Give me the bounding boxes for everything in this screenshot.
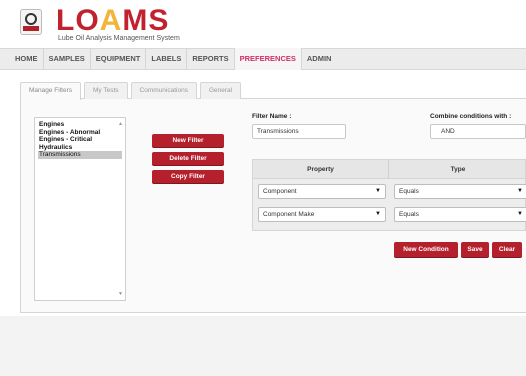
preferences-tabs: Manage Filters My Tests Communications G… xyxy=(20,82,244,100)
chevron-down-icon: ▼ xyxy=(517,211,523,217)
logo-text-main: LO xyxy=(56,4,100,37)
new-filter-button[interactable]: New Filter xyxy=(152,134,224,147)
nav-item-reports[interactable]: REPORTS xyxy=(187,48,235,70)
clear-button[interactable]: Clear xyxy=(492,242,522,257)
chevron-down-icon: ▼ xyxy=(375,211,381,217)
type-column-header: Type xyxy=(450,166,466,173)
tab-general[interactable]: General xyxy=(199,82,242,99)
footer-band xyxy=(0,316,526,376)
filter-name-label: Filter Name : xyxy=(252,113,292,120)
copy-filter-button[interactable]: Copy Filter xyxy=(152,170,224,183)
nav-item-samples[interactable]: SAMPLES xyxy=(44,48,91,70)
filter-item-engines-critical[interactable]: Engines - Critical xyxy=(38,136,122,144)
tab-my-tests[interactable]: My Tests xyxy=(84,82,128,99)
filter-item-hydraulics[interactable]: Hydraulics xyxy=(38,144,122,152)
chevron-down-icon: ▼ xyxy=(375,188,381,194)
condition-row-1-type-select[interactable]: Equals ▼ xyxy=(394,184,526,199)
filter-item-engines[interactable]: Engines xyxy=(38,121,122,129)
nav-item-preferences[interactable]: PREFERENCES xyxy=(234,48,302,70)
main-nav: HOME SAMPLES EQUIPMENT LABELS REPORTS PR… xyxy=(0,48,526,70)
app-logo[interactable]: LOAMS xyxy=(56,4,169,38)
logo-subtitle: Lube Oil Analysis Management System xyxy=(58,35,180,42)
filter-name-input[interactable]: Transmissions xyxy=(252,124,346,139)
nav-item-admin[interactable]: ADMIN xyxy=(302,48,337,70)
scroll-down-icon[interactable]: ▼ xyxy=(118,291,123,297)
chevron-down-icon: ▼ xyxy=(517,188,523,194)
condition-row-1-property-select[interactable]: Component ▼ xyxy=(258,184,386,199)
condition-row-2-property-select[interactable]: Component Make ▼ xyxy=(258,207,386,222)
property-column-header: Property xyxy=(307,166,334,173)
company-seal-icon xyxy=(20,9,42,35)
filter-item-transmissions[interactable]: Transmissions xyxy=(38,151,122,159)
filter-list[interactable]: Engines Engines - Abnormal Engines - Cri… xyxy=(34,117,126,301)
combine-label: Combine conditions with : xyxy=(430,113,512,120)
new-condition-button[interactable]: New Condition xyxy=(394,242,458,257)
nav-item-labels[interactable]: LABELS xyxy=(146,48,188,70)
tab-manage-filters[interactable]: Manage Filters xyxy=(20,82,81,100)
save-button[interactable]: Save xyxy=(461,242,489,257)
tab-communications[interactable]: Communications xyxy=(130,82,197,99)
condition-row-2-type-value: Equals xyxy=(399,211,419,218)
logo-text-end: MS xyxy=(122,4,170,37)
condition-row-2-type-select[interactable]: Equals ▼ xyxy=(394,207,526,222)
delete-filter-button[interactable]: Delete Filter xyxy=(152,152,224,165)
filter-item-engines-abnormal[interactable]: Engines - Abnormal xyxy=(38,129,122,137)
scroll-up-icon[interactable]: ▲ xyxy=(118,121,123,127)
app-header: LOAMS Lube Oil Analysis Management Syste… xyxy=(0,0,526,46)
condition-row-2-property-value: Component Make xyxy=(263,211,315,218)
condition-row-1-property-value: Component xyxy=(263,188,297,195)
conditions-body: Component ▼ Equals ▼ Component Make ▼ Eq… xyxy=(252,179,526,231)
condition-row-1-type-value: Equals xyxy=(399,188,419,195)
conditions-header: Property Type xyxy=(252,159,526,180)
nav-item-equipment[interactable]: EQUIPMENT xyxy=(91,48,147,70)
logo-text-accent: A xyxy=(99,4,123,37)
combine-select[interactable]: AND xyxy=(430,124,526,139)
nav-item-home[interactable]: HOME xyxy=(10,48,44,70)
